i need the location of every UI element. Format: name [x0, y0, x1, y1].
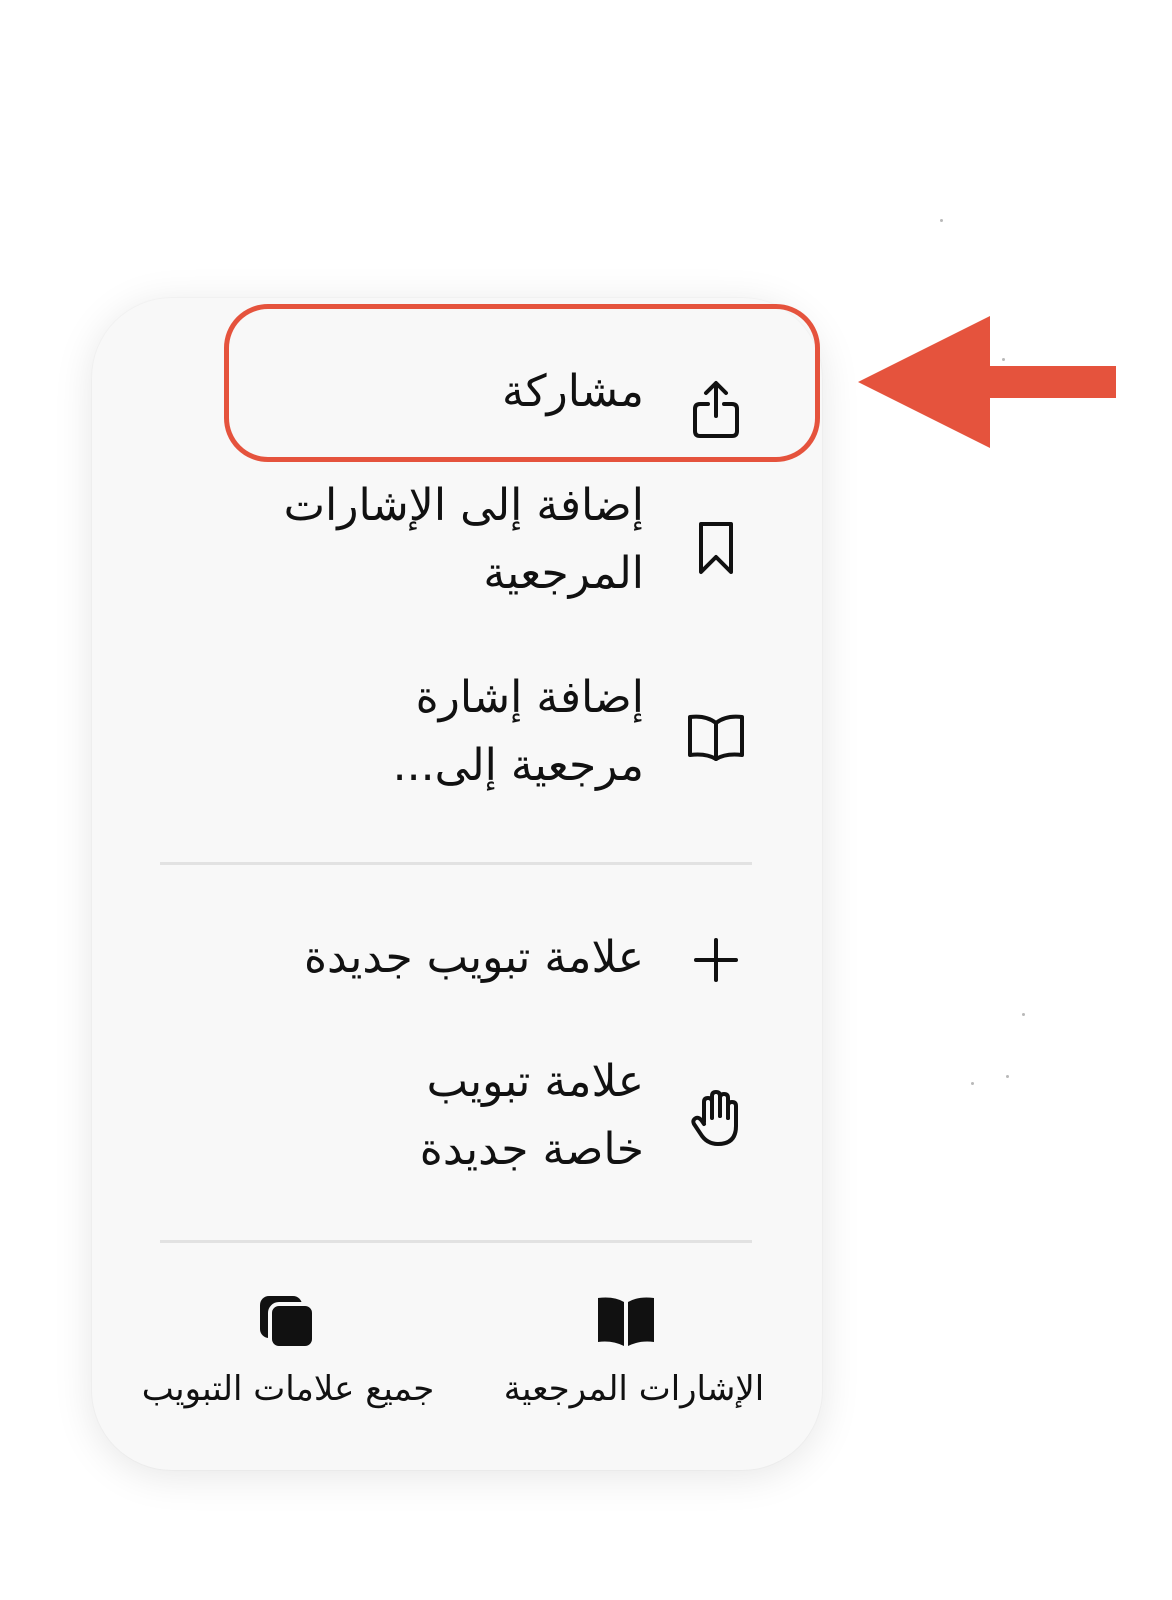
plus-icon: [684, 928, 748, 992]
menu-divider: [160, 1240, 752, 1243]
hand-icon: [684, 1086, 748, 1150]
background-speck: [971, 1082, 974, 1085]
menu-item-add-bookmark-to[interactable]: إضافة إشارة مرجعية إلى...: [92, 660, 822, 820]
menu-divider: [160, 862, 752, 865]
bookmark-icon: [684, 516, 748, 580]
menu-item-add-bookmark[interactable]: إضافة إلى الإشارات المرجعية: [92, 468, 822, 620]
pointer-arrow-icon: [858, 316, 1118, 448]
screen: مشاركة إضافة إلى الإشارات المرجعية إضافة…: [0, 0, 1172, 1600]
menu-item-label: علامة تبويب خاصة جديدة: [419, 1056, 644, 1175]
menu-item-share[interactable]: مشاركة: [92, 322, 822, 462]
browser-menu-popover: مشاركة إضافة إلى الإشارات المرجعية إضافة…: [92, 298, 822, 1470]
all-tabs-label: جميع علامات التبويب: [141, 1369, 435, 1409]
menu-item-label: إضافة إشارة مرجعية إلى...: [392, 672, 644, 791]
menu-item-label: علامة تبويب جديدة: [303, 932, 644, 983]
all-tabs-button[interactable]: جميع علامات التبويب: [118, 1294, 458, 1424]
background-speck: [1006, 1075, 1009, 1078]
open-book-icon: [684, 706, 748, 770]
share-icon: [684, 378, 748, 442]
tabs-icon: [256, 1294, 320, 1352]
background-speck: [1022, 1013, 1025, 1016]
menu-item-new-tab[interactable]: علامة تبويب جديدة: [92, 902, 822, 1018]
bookmarks-button[interactable]: الإشارات المرجعية: [464, 1294, 804, 1424]
background-speck: [940, 219, 943, 222]
book-filled-icon: [594, 1294, 658, 1352]
menu-item-label: إضافة إلى الإشارات المرجعية: [283, 480, 644, 599]
bookmarks-label: الإشارات المرجعية: [503, 1369, 765, 1409]
menu-item-label: مشاركة: [501, 366, 644, 417]
menu-item-new-private-tab[interactable]: علامة تبويب خاصة جديدة: [92, 1048, 822, 1208]
